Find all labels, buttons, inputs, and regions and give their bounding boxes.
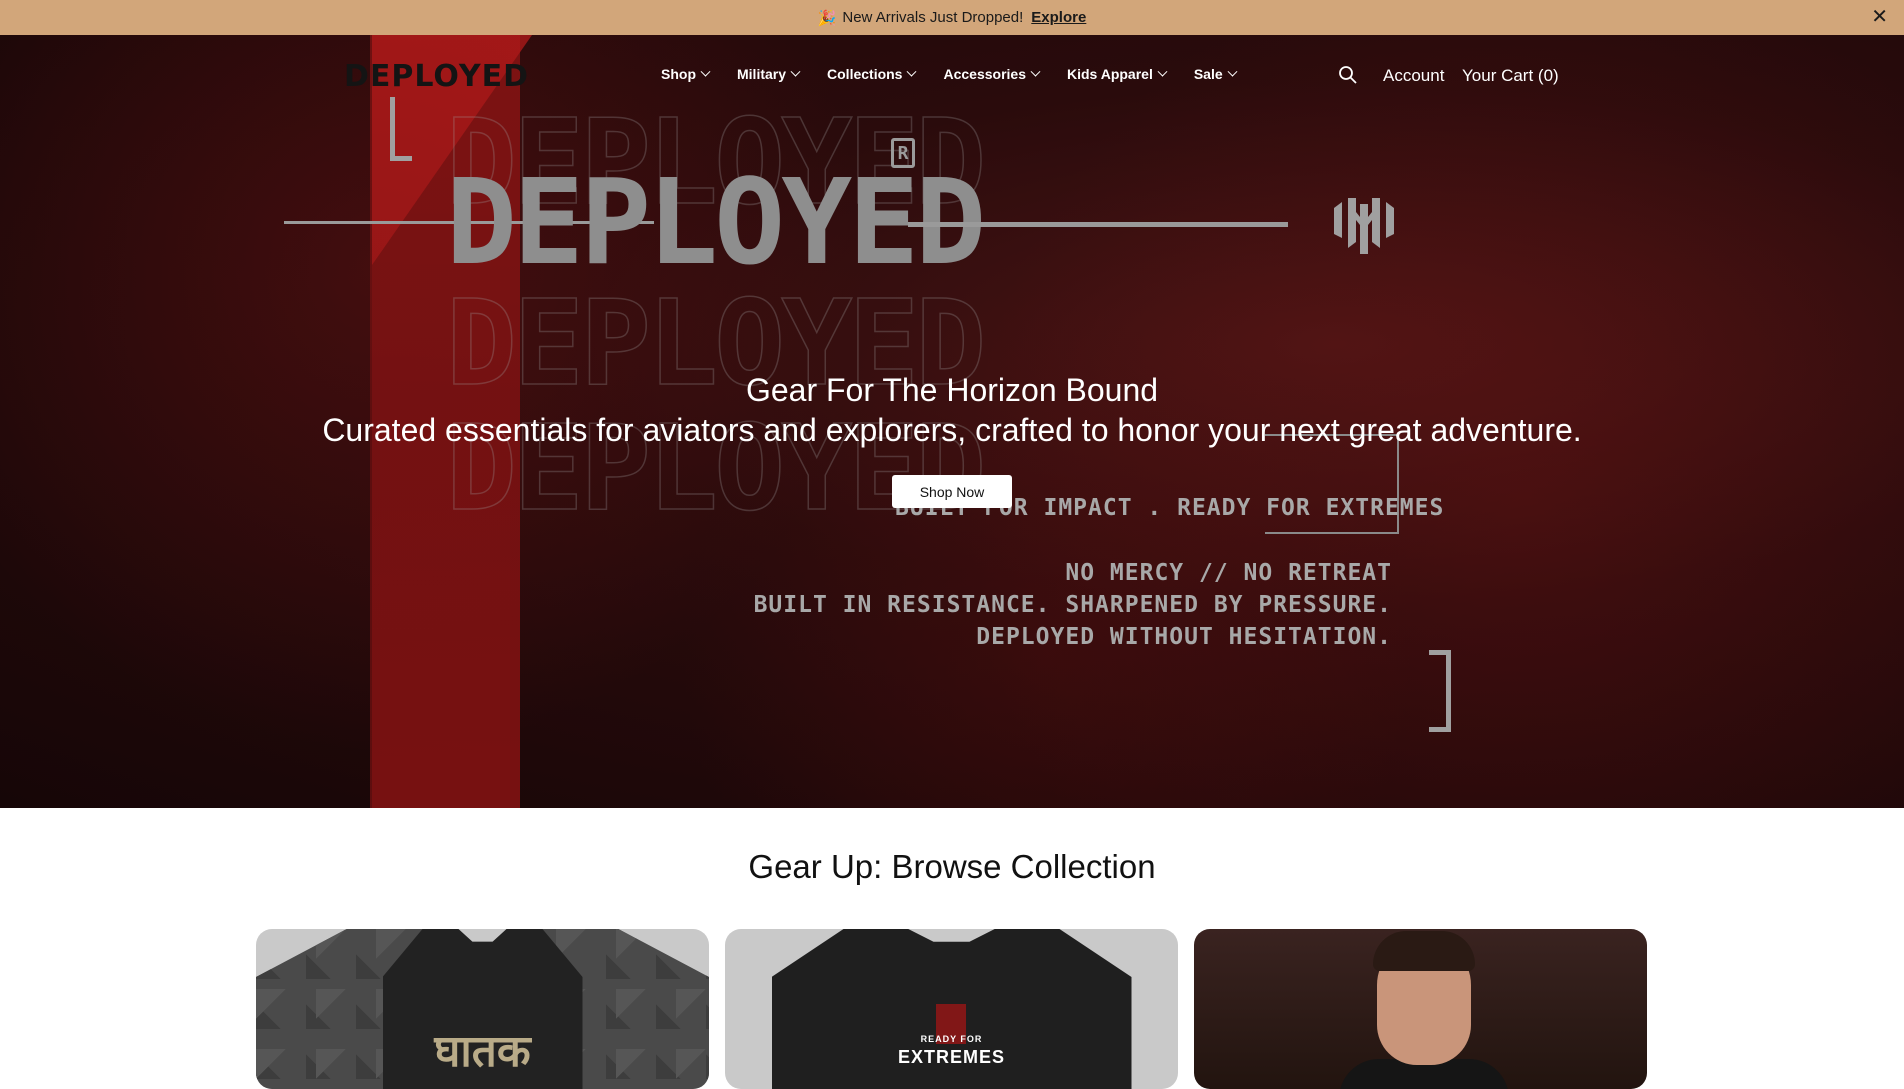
menu-collections[interactable]: Collections xyxy=(827,66,917,82)
chevron-down-icon xyxy=(1227,66,1238,77)
party-icon: 🎉 xyxy=(817,9,837,27)
menu-kids-apparel[interactable]: Kids Apparel xyxy=(1067,66,1168,82)
collection-card[interactable]: READY FOR EXTREMES xyxy=(725,929,1178,1089)
chevron-down-icon xyxy=(700,66,711,77)
hero-brand: DEPLOYED xyxy=(446,153,986,291)
tee-print-main: EXTREMES xyxy=(897,1047,1006,1067)
hero-banner: DEPLOYED DEPLOYED R DEPLOYED DEPLOYED BU… xyxy=(0,35,1904,808)
tagline-block: NO MERCY // NO RETREAT BUILT IN RESISTAN… xyxy=(754,557,1392,653)
cart-link[interactable]: Your Cart (0) xyxy=(1462,66,1559,86)
menu-label: Collections xyxy=(827,66,903,82)
collection-title: Gear Up: Browse Collection xyxy=(748,848,1156,885)
model-photo xyxy=(1339,929,1509,1089)
chevron-down-icon xyxy=(1157,66,1168,77)
main-menu: Shop Military Collections Accessories Ki… xyxy=(661,66,1264,82)
tee-print-small: READY FOR xyxy=(920,1034,983,1044)
menu-shop[interactable]: Shop xyxy=(661,66,711,82)
chevron-down-icon xyxy=(1030,66,1041,77)
tagline-mercy: NO MERCY // NO RETREAT xyxy=(1065,560,1392,586)
hero-title: Gear For The Horizon Bound xyxy=(745,372,1159,408)
menu-label: Military xyxy=(737,66,787,82)
emblem-icon xyxy=(1334,198,1394,254)
menu-label: Kids Apparel xyxy=(1067,66,1153,82)
menu-label: Shop xyxy=(661,66,696,82)
collection-card[interactable] xyxy=(1194,929,1647,1089)
announcement-text: New Arrivals Just Dropped! xyxy=(842,9,1024,26)
model-hair xyxy=(1373,931,1475,971)
close-icon[interactable]: ✕ xyxy=(1871,7,1888,27)
menu-label: Accessories xyxy=(943,66,1026,82)
account-link[interactable]: Account xyxy=(1383,66,1444,86)
collection-card[interactable]: घातक xyxy=(256,929,709,1089)
chevron-down-icon xyxy=(790,66,801,77)
shop-now-button[interactable]: Shop Now xyxy=(892,475,1012,508)
tagline-resistance: BUILT IN RESISTANCE. SHARPENED BY PRESSU… xyxy=(753,592,1392,618)
site-logo[interactable]: DEPLOYED xyxy=(344,59,529,94)
chevron-down-icon xyxy=(907,66,917,77)
menu-sale[interactable]: Sale xyxy=(1193,66,1238,82)
divider-right xyxy=(908,222,1288,227)
registered-mark: R xyxy=(891,138,915,168)
menu-label: Sale xyxy=(1193,66,1223,82)
tee-print: घातक xyxy=(434,1026,531,1077)
search-icon[interactable] xyxy=(1338,65,1358,85)
site-header: DEPLOYED Shop Military Collections Acces… xyxy=(0,35,1904,115)
menu-accessories[interactable]: Accessories xyxy=(943,66,1041,82)
menu-military[interactable]: Military xyxy=(737,66,801,82)
tagline-deployed: DEPLOYED WITHOUT HESITATION. xyxy=(976,624,1392,650)
announcement-bar: 🎉 New Arrivals Just Dropped! Explore ✕ xyxy=(0,0,1904,35)
bracket-bottom-right xyxy=(1429,650,1451,732)
hero-subtitle: Curated essentials for aviators and expl… xyxy=(322,412,1582,448)
announcement-explore-link[interactable]: Explore xyxy=(1031,9,1086,26)
hero-text: Gear For The Horizon Bound Curated essen… xyxy=(0,370,1904,450)
